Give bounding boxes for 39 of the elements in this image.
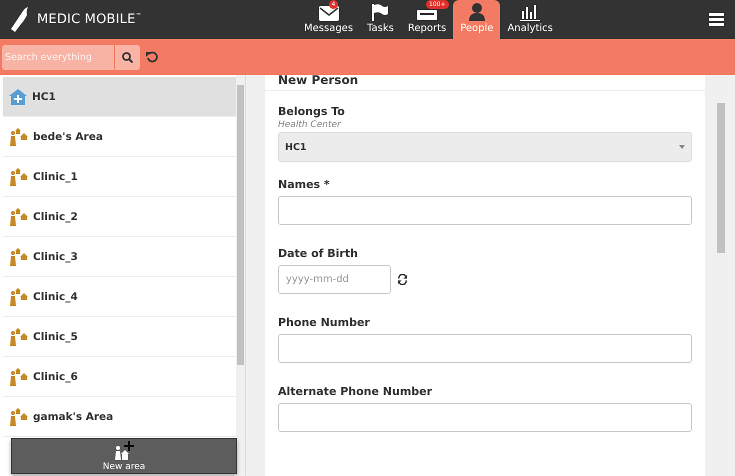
person-houses-icon <box>9 407 28 426</box>
person-icon <box>468 3 485 21</box>
new-area-button[interactable]: New area <box>11 438 237 474</box>
reset-icon[interactable] <box>146 51 158 63</box>
flag-icon <box>371 4 390 21</box>
nav-tab[interactable]: Analytics <box>500 0 560 39</box>
envelope-icon <box>318 6 339 21</box>
select-field[interactable]: HC1 <box>278 132 692 162</box>
search-icon <box>122 52 133 62</box>
form-title: New Person <box>265 75 705 91</box>
field-label: Phone Number <box>278 316 371 329</box>
person-houses-icon <box>9 287 28 306</box>
add-area-icon <box>113 440 135 460</box>
clinic-house-icon <box>9 88 27 104</box>
text-field[interactable] <box>278 403 692 432</box>
field-label: Date of Birth <box>278 247 359 260</box>
brand-name: MEDIC MOBILE$^{™}$ <box>37 12 142 27</box>
person-houses-icon <box>9 327 28 346</box>
menu-icon[interactable] <box>709 13 724 26</box>
refresh-icon[interactable] <box>397 274 408 285</box>
person-houses-icon <box>9 247 28 266</box>
person-houses-icon <box>9 367 28 386</box>
field-label: Belongs To <box>278 105 346 118</box>
field-hint: Health Center <box>278 120 342 130</box>
person-houses-icon <box>9 167 28 186</box>
person-houses-icon <box>9 127 28 146</box>
date-field[interactable]: yyyy-mm-dd <box>278 265 391 294</box>
search-field[interactable]: Search everything <box>2 44 114 70</box>
field-label: Alternate Phone Number <box>278 385 434 398</box>
search-button[interactable] <box>115 44 140 70</box>
bar-chart-icon <box>520 5 540 21</box>
text-field[interactable] <box>278 196 692 225</box>
text-field[interactable] <box>278 334 692 363</box>
nav-tab[interactable]: Tasks <box>360 0 401 39</box>
scrollbar[interactable] <box>236 75 245 476</box>
person-houses-icon <box>9 207 28 226</box>
place-list-item[interactable]: HC1 <box>3 77 236 117</box>
field-label: Names * <box>278 178 331 191</box>
caret-icon <box>679 145 685 149</box>
